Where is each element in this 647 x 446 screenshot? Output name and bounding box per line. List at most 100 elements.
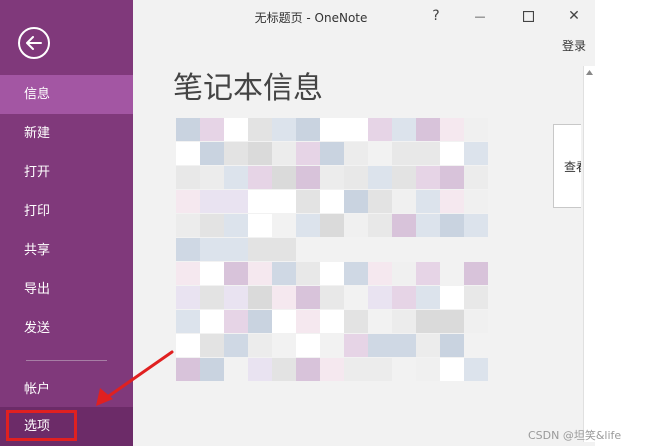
mosaic-cell — [296, 166, 320, 189]
mosaic-cell — [320, 286, 344, 309]
mosaic-cell — [296, 358, 320, 381]
mosaic-cell — [440, 310, 464, 333]
mosaic-cell — [176, 142, 200, 165]
mosaic-cell — [200, 238, 224, 261]
mosaic-cell — [224, 238, 248, 261]
mosaic-cell — [464, 310, 488, 333]
sidebar-item-info[interactable]: 信息 — [0, 75, 133, 114]
mosaic-cell — [272, 334, 296, 357]
mosaic-cell — [272, 310, 296, 333]
mosaic-cell — [320, 166, 344, 189]
mosaic-cell — [464, 286, 488, 309]
mosaic-cell — [392, 190, 416, 213]
mosaic-cell — [272, 262, 296, 285]
mosaic-cell — [344, 310, 368, 333]
mosaic-cell — [320, 262, 344, 285]
view-button[interactable]: 查看 — [553, 124, 581, 208]
mosaic-cell — [392, 118, 416, 141]
signin-link[interactable]: 登录 — [562, 37, 586, 54]
sidebar-item-options[interactable]: 选项 — [0, 407, 133, 446]
mosaic-cell — [440, 142, 464, 165]
minimize-button[interactable]: — — [465, 4, 495, 28]
mosaic-cell — [224, 118, 248, 141]
sidebar-item-export[interactable]: 导出 — [0, 270, 133, 309]
mosaic-cell — [368, 310, 392, 333]
mosaic-cell — [248, 118, 272, 141]
mosaic-cell — [320, 142, 344, 165]
mosaic-cell — [176, 238, 200, 261]
mosaic-cell — [224, 310, 248, 333]
help-icon: ? — [432, 8, 440, 24]
mosaic-cell — [344, 358, 368, 381]
maximize-button[interactable] — [513, 4, 543, 28]
mosaic-cell — [176, 214, 200, 237]
mosaic-cell — [464, 190, 488, 213]
mosaic-cell — [176, 310, 200, 333]
mosaic-cell — [440, 166, 464, 189]
mosaic-cell — [200, 190, 224, 213]
mosaic-cell — [344, 262, 368, 285]
mosaic-cell — [176, 334, 200, 357]
mosaic-cell — [368, 334, 392, 357]
minimize-icon: — — [474, 9, 486, 23]
watermark: CSDN @坦笑&life — [528, 429, 622, 442]
scroll-up-arrow-icon[interactable] — [584, 66, 595, 78]
help-button[interactable]: ? — [421, 4, 451, 28]
mosaic-cell — [368, 118, 392, 141]
mosaic-cell — [416, 310, 440, 333]
mosaic-cell — [248, 214, 272, 237]
mosaic-cell — [344, 334, 368, 357]
mosaic-cell — [248, 286, 272, 309]
vertical-scrollbar[interactable] — [583, 66, 595, 442]
mosaic-cell — [416, 166, 440, 189]
mosaic-cell — [200, 334, 224, 357]
mosaic-cell — [392, 214, 416, 237]
sidebar-item-open[interactable]: 打开 — [0, 153, 133, 192]
sidebar-item-print[interactable]: 打印 — [0, 192, 133, 231]
mosaic-cell — [248, 190, 272, 213]
sidebar-item-share[interactable]: 共享 — [0, 231, 133, 270]
mosaic-cell — [440, 262, 464, 285]
mosaic-cell — [344, 166, 368, 189]
mosaic-cell — [368, 142, 392, 165]
mosaic-cell — [176, 166, 200, 189]
mosaic-cell — [248, 142, 272, 165]
mosaic-cell — [416, 118, 440, 141]
mosaic-cell — [464, 262, 488, 285]
mosaic-cell — [224, 358, 248, 381]
mosaic-cell — [392, 262, 416, 285]
sidebar-item-account[interactable]: 帐户 — [0, 370, 133, 409]
mosaic-cell — [416, 190, 440, 213]
back-button[interactable] — [18, 27, 50, 59]
mosaic-cell — [392, 166, 416, 189]
mosaic-cell — [296, 142, 320, 165]
mosaic-cell — [392, 358, 416, 381]
mosaic-cell — [464, 334, 488, 357]
sidebar-item-send[interactable]: 发送 — [0, 309, 133, 348]
mosaic-cell — [416, 262, 440, 285]
mosaic-cell — [296, 310, 320, 333]
back-arrow-icon — [26, 36, 42, 50]
mosaic-cell — [320, 334, 344, 357]
mosaic-cell — [248, 238, 272, 261]
mosaic-cell — [464, 358, 488, 381]
mosaic-cell — [224, 142, 248, 165]
mosaic-cell — [344, 286, 368, 309]
mosaic-cell — [248, 358, 272, 381]
mosaic-cell — [320, 310, 344, 333]
sidebar-item-new[interactable]: 新建 — [0, 114, 133, 153]
mosaic-cell — [368, 358, 392, 381]
mosaic-cell — [440, 214, 464, 237]
sidebar-divider — [26, 360, 107, 361]
mosaic-cell — [176, 358, 200, 381]
close-icon: ✕ — [568, 8, 580, 24]
mosaic-cell — [272, 118, 296, 141]
close-button[interactable]: ✕ — [559, 4, 589, 28]
mosaic-cell — [368, 286, 392, 309]
mosaic-cell — [440, 118, 464, 141]
mosaic-cell — [392, 334, 416, 357]
mosaic-cell — [296, 286, 320, 309]
notebook-info-pixelated — [176, 118, 496, 388]
mosaic-cell — [440, 190, 464, 213]
mosaic-cell — [464, 166, 488, 189]
